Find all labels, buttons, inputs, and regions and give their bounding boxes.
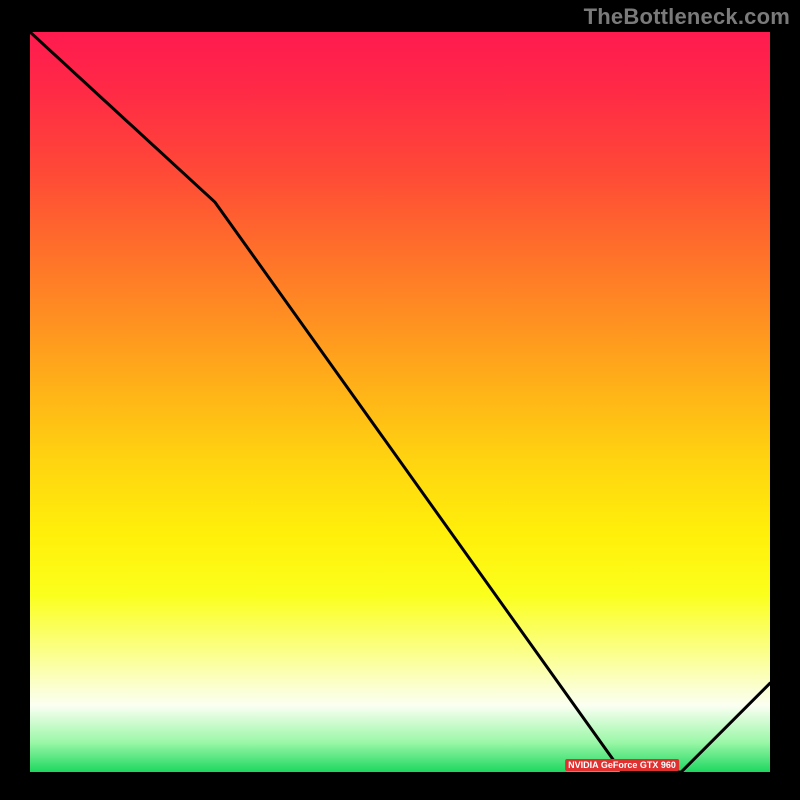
chart-annotation: NVIDIA GeForce GTX 960 xyxy=(565,759,679,771)
chart-line-layer xyxy=(30,32,770,772)
chart-area: NVIDIA GeForce GTX 960 xyxy=(30,32,770,772)
attribution-text: TheBottleneck.com xyxy=(584,4,790,30)
bottleneck-curve-line xyxy=(30,32,770,772)
